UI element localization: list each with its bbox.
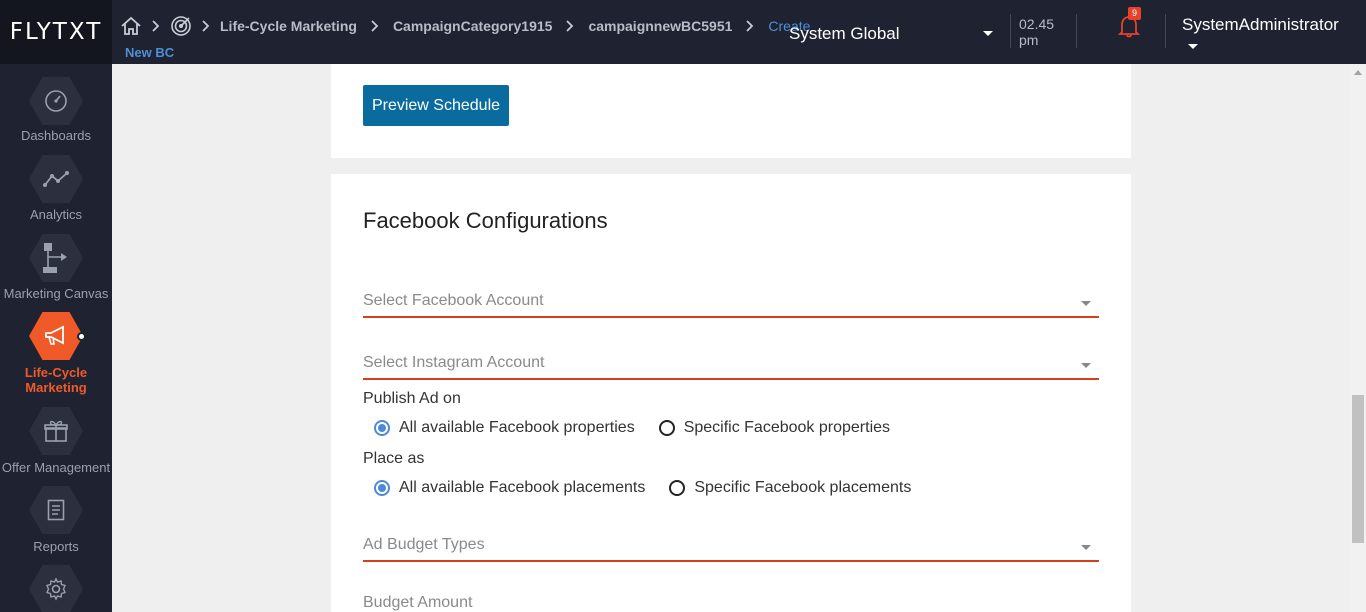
place-as-label: Place as	[363, 450, 425, 467]
chevron-down-icon[interactable]	[983, 31, 993, 36]
chevron-down-icon	[1081, 363, 1091, 368]
sidebar-item-life-cycle-marketing[interactable]: Life-Cycle Marketing	[0, 304, 112, 404]
breadcrumb-item[interactable]: CampaignCategory1915	[393, 18, 553, 34]
active-indicator	[77, 332, 86, 341]
breadcrumb-item[interactable]: campaignnewBC5951	[588, 18, 732, 34]
radio-unchecked-icon	[658, 420, 675, 436]
scroll-up-arrow-icon[interactable]	[1354, 70, 1362, 75]
top-bar: FLYTXT Life-Cycle Marketing CampaignCate…	[0, 0, 1366, 64]
chevron-down-icon	[1081, 301, 1091, 306]
instagram-account-placeholder: Select Instagram Account	[363, 354, 545, 371]
facebook-configurations-card: Facebook Configurations Select Facebook …	[331, 174, 1131, 612]
publish-ad-radio-group: All available Facebook properties Specif…	[374, 419, 890, 437]
facebook-account-placeholder: Select Facebook Account	[363, 292, 544, 309]
clock: 02.45 pm	[1019, 16, 1055, 48]
page-scrollbar[interactable]	[1350, 64, 1366, 612]
section-title: Facebook Configurations	[363, 208, 608, 233]
megaphone-icon	[29, 312, 83, 360]
ad-budget-type-placeholder: Ad Budget Types	[363, 536, 485, 553]
chevron-down-icon	[1081, 545, 1091, 550]
radio-unchecked-icon	[669, 480, 686, 496]
sidebar-item-settings[interactable]	[0, 564, 112, 612]
gear-icon	[29, 565, 83, 612]
sidebar-item-marketing-canvas[interactable]: Marketing Canvas	[0, 224, 112, 304]
org-selector[interactable]: System Global	[789, 24, 900, 44]
preview-schedule-button[interactable]: Preview Schedule	[363, 85, 509, 126]
radio-all-properties[interactable]: All available Facebook properties	[374, 419, 635, 437]
divider	[1165, 14, 1166, 48]
divider	[1076, 14, 1077, 48]
facebook-account-select[interactable]: Select Facebook Account	[363, 290, 1099, 318]
sidebar-item-label: Offer Management	[1, 460, 111, 475]
chevron-right-icon	[371, 20, 379, 32]
sidebar: Dashboards Analytics Marketing Canvas Li…	[0, 64, 112, 612]
sidebar-item-label: Reports	[33, 539, 79, 554]
sidebar-item-reports[interactable]: Reports	[0, 484, 112, 564]
sidebar-item-analytics[interactable]: Analytics	[0, 144, 112, 224]
sidebar-item-dashboards[interactable]: Dashboards	[0, 64, 112, 144]
user-menu[interactable]: SystemAdministrator	[1182, 15, 1339, 35]
chevron-right-icon	[202, 20, 210, 32]
radio-specific-properties[interactable]: Specific Facebook properties	[658, 419, 890, 437]
chevron-right-icon	[566, 20, 574, 32]
sidebar-item-label: Life-Cycle Marketing	[24, 365, 88, 395]
instagram-account-select[interactable]: Select Instagram Account	[363, 352, 1099, 380]
budget-amount-label: Budget Amount	[363, 594, 473, 611]
schedule-card: Preview Schedule	[331, 64, 1131, 158]
flow-canvas-icon	[29, 234, 83, 282]
sidebar-item-offer-management[interactable]: Offer Management	[0, 404, 112, 484]
speedometer-icon	[29, 77, 83, 125]
divider	[1010, 14, 1011, 48]
chevron-right-icon	[746, 20, 754, 32]
app-logo[interactable]: FLYTXT	[0, 0, 112, 64]
place-as-radio-group: All available Facebook placements Specif…	[374, 479, 911, 497]
home-icon[interactable]	[120, 16, 142, 36]
sidebar-item-label: Dashboards	[20, 128, 92, 143]
publish-ad-label: Publish Ad on	[363, 390, 461, 407]
breadcrumb-item[interactable]: Life-Cycle Marketing	[220, 18, 357, 34]
line-chart-icon	[29, 155, 83, 203]
sidebar-item-label: Marketing Canvas	[3, 286, 109, 301]
ad-budget-type-select[interactable]: Ad Budget Types	[363, 534, 1099, 562]
scrollbar-thumb[interactable]	[1352, 395, 1364, 543]
chevron-right-icon	[152, 20, 160, 32]
gift-icon	[29, 407, 83, 455]
chevron-down-icon[interactable]	[1188, 44, 1198, 49]
notification-badge: 9	[1128, 7, 1141, 20]
main-content: Preview Schedule Facebook Configurations…	[112, 64, 1350, 612]
breadcrumb: Life-Cycle Marketing CampaignCategory191…	[120, 14, 810, 38]
breadcrumb-current-continued: New BC	[125, 45, 175, 60]
radio-specific-placements[interactable]: Specific Facebook placements	[669, 479, 911, 497]
radio-checked-icon	[374, 420, 390, 436]
radio-checked-icon	[374, 480, 390, 496]
document-icon	[29, 486, 83, 534]
target-icon[interactable]	[170, 15, 192, 37]
sidebar-item-label: Analytics	[29, 207, 83, 222]
radio-all-placements[interactable]: All available Facebook placements	[374, 479, 645, 497]
